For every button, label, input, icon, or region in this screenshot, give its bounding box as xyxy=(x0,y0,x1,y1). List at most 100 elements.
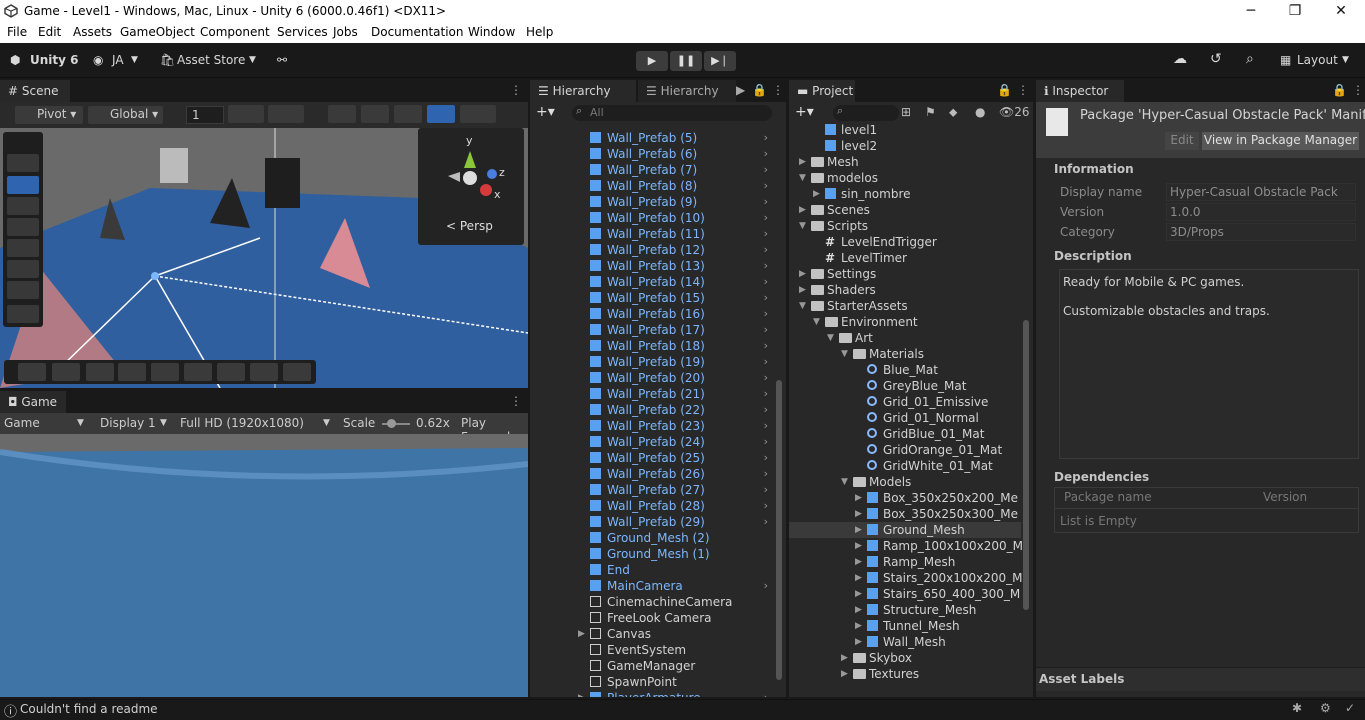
hierarchy-item[interactable]: Wall_Prefab (17) › xyxy=(530,322,774,338)
prefab-chevron-icon[interactable]: › xyxy=(764,354,768,370)
checkmark-icon[interactable]: ✓ xyxy=(1345,701,1355,715)
cloud-icon[interactable]: ☁ xyxy=(1173,51,1187,67)
menu-services[interactable]: Services xyxy=(277,25,328,39)
more-icon[interactable]: ⋮ xyxy=(1017,83,1029,97)
project-item[interactable]: ▼ Scripts xyxy=(789,218,1021,234)
collapse-arrow-icon[interactable]: ▼ xyxy=(841,346,848,362)
hierarchy-item[interactable]: Wall_Prefab (7) › xyxy=(530,162,774,178)
view-option-button[interactable] xyxy=(328,105,356,123)
hierarchy-item[interactable]: GameManager xyxy=(530,658,774,674)
expand-arrow-icon[interactable]: ▶ xyxy=(578,690,585,697)
hierarchy-item[interactable]: Wall_Prefab (11) › xyxy=(530,226,774,242)
tab-inspector[interactable]: ℹ Inspector xyxy=(1036,80,1124,102)
expand-arrow-icon[interactable]: ▶ xyxy=(855,634,862,650)
hierarchy-item[interactable]: Wall_Prefab (14) › xyxy=(530,274,774,290)
prefab-chevron-icon[interactable]: › xyxy=(764,130,768,146)
more-icon[interactable]: ⋮ xyxy=(772,83,784,97)
project-item[interactable]: ▶ Box_350x250x200_Me xyxy=(789,490,1021,506)
overlay-camera-button[interactable] xyxy=(250,363,278,381)
project-item[interactable]: ▶ Tunnel_Mesh xyxy=(789,618,1021,634)
global-dropdown[interactable]: Global ▾ xyxy=(88,106,163,124)
overlay-grid-button[interactable] xyxy=(86,363,114,381)
expand-arrow-icon[interactable]: ▶ xyxy=(813,186,820,202)
expand-arrow-icon[interactable]: ▶ xyxy=(855,538,862,554)
search-by-type-icon[interactable]: ⊞ xyxy=(901,105,911,119)
project-item[interactable]: level2 xyxy=(789,138,1021,154)
view-in-package-manager-button[interactable]: View in Package Manager xyxy=(1202,132,1359,150)
menu-edit[interactable]: Edit xyxy=(38,25,61,39)
project-item[interactable]: ▶ Wall_Mesh xyxy=(789,634,1021,650)
prefab-chevron-icon[interactable]: › xyxy=(764,146,768,162)
project-item[interactable]: ▼ modelos xyxy=(789,170,1021,186)
tab-scene[interactable]: # Scene xyxy=(0,80,70,102)
project-item[interactable]: ▼ Models xyxy=(789,474,1021,490)
hierarchy-list[interactable]: Wall_Prefab (5) › Wall_Prefab (6) › Wall_Pre… xyxy=(530,122,774,697)
hierarchy-item[interactable]: MainCamera › xyxy=(530,578,774,594)
project-item[interactable]: ▼ Art xyxy=(789,330,1021,346)
hierarchy-item[interactable]: Wall_Prefab (21) › xyxy=(530,386,774,402)
collapse-arrow-icon[interactable]: ▼ xyxy=(813,314,820,330)
expand-arrow-icon[interactable]: ▶ xyxy=(799,282,806,298)
project-item[interactable]: ▶ Settings xyxy=(789,266,1021,282)
project-item[interactable]: Grid_01_Emissive xyxy=(789,394,1021,410)
prefab-chevron-icon[interactable]: › xyxy=(764,242,768,258)
hierarchy-item[interactable]: EventSystem xyxy=(530,642,774,658)
expand-arrow-icon[interactable]: ▶ xyxy=(855,506,862,522)
unity-account-icon[interactable]: ⬢ xyxy=(10,53,20,67)
scale-tool-button[interactable] xyxy=(7,239,39,257)
search-by-label-icon[interactable]: ⚑ xyxy=(925,105,936,119)
prefab-chevron-icon[interactable]: › xyxy=(764,386,768,402)
hierarchy-item[interactable]: Wall_Prefab (22) › xyxy=(530,402,774,418)
menu-jobs[interactable]: Jobs xyxy=(333,25,358,39)
expand-arrow-icon[interactable]: ▶ xyxy=(855,618,862,634)
expand-arrow-icon[interactable]: ▶ xyxy=(799,154,806,170)
overlay-compass-button[interactable] xyxy=(283,363,311,381)
project-item[interactable]: ▶ Stairs_200x100x200_M xyxy=(789,570,1022,586)
menu-help[interactable]: Help xyxy=(526,25,553,39)
lock-icon[interactable]: 🔒 xyxy=(752,83,767,97)
hierarchy-item[interactable]: Wall_Prefab (5) › xyxy=(530,130,774,146)
hierarchy-item[interactable]: ▶ Canvas xyxy=(530,626,774,642)
expand-arrow-icon[interactable]: ▶ xyxy=(855,570,862,586)
expand-arrow-icon[interactable]: ▶ xyxy=(855,554,862,570)
prefab-chevron-icon[interactable]: › xyxy=(764,274,768,290)
collapse-arrow-icon[interactable]: ▼ xyxy=(799,298,806,314)
hierarchy-item[interactable]: End xyxy=(530,562,774,578)
shading-wire-button[interactable] xyxy=(361,105,389,123)
warning-icon[interactable]: ● xyxy=(975,105,985,119)
hierarchy-item[interactable]: Wall_Prefab (18) › xyxy=(530,338,774,354)
prefab-chevron-icon[interactable]: › xyxy=(764,306,768,322)
hierarchy-item[interactable]: Wall_Prefab (12) › xyxy=(530,242,774,258)
expand-arrow-icon[interactable]: ▶ xyxy=(855,586,862,602)
project-item[interactable]: ▶ Ramp_Mesh xyxy=(789,554,1021,570)
rect-tool-button[interactable] xyxy=(7,260,39,278)
account-dropdown[interactable]: JA xyxy=(112,53,124,67)
prefab-chevron-icon[interactable]: › xyxy=(764,418,768,434)
prefab-chevron-icon[interactable]: › xyxy=(764,482,768,498)
project-item[interactable]: # LevelTimer xyxy=(789,250,1021,266)
prefab-chevron-icon[interactable]: › xyxy=(764,258,768,274)
project-scrollbar[interactable] xyxy=(1023,320,1029,610)
scale-slider-handle[interactable] xyxy=(387,419,396,428)
collapse-arrow-icon[interactable]: ▼ xyxy=(799,218,806,234)
hierarchy-item[interactable]: Wall_Prefab (8) › xyxy=(530,178,774,194)
close-button[interactable]: ✕ xyxy=(1318,0,1364,23)
prefab-chevron-icon[interactable]: › xyxy=(764,690,768,697)
pause-button[interactable]: ❚❚ xyxy=(670,51,702,71)
project-item[interactable]: ▶ Textures xyxy=(789,666,1021,682)
search-icon[interactable]: ⌕ xyxy=(1246,51,1254,67)
menu-file[interactable]: File xyxy=(7,25,27,39)
hierarchy-item[interactable]: CinemachineCamera xyxy=(530,594,774,610)
project-item[interactable]: GridWhite_01_Mat xyxy=(789,458,1021,474)
persp-label[interactable]: < Persp xyxy=(446,219,493,233)
hierarchy-item[interactable]: Wall_Prefab (15) › xyxy=(530,290,774,306)
prefab-chevron-icon[interactable]: › xyxy=(764,178,768,194)
expand-arrow-icon[interactable]: ▶ xyxy=(799,266,806,282)
tab-game[interactable]: ◘ Game xyxy=(0,391,66,413)
collapse-arrow-icon[interactable]: ▼ xyxy=(827,330,834,346)
tab-project[interactable]: ▬ Project xyxy=(789,80,855,102)
project-item[interactable]: ▼ Environment xyxy=(789,314,1021,330)
view-tool-button[interactable] xyxy=(7,154,39,172)
resolution-dropdown[interactable]: Full HD (1920x1080) xyxy=(180,416,304,430)
prefab-chevron-icon[interactable]: › xyxy=(764,466,768,482)
